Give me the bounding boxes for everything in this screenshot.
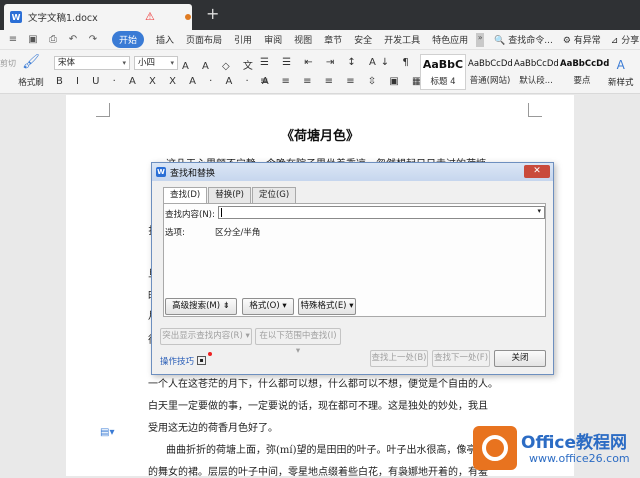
feedback-button[interactable]: ⚙ 有异常: [563, 33, 601, 46]
find-previous-button[interactable]: 查找上一处(B): [370, 350, 428, 367]
tab-replace[interactable]: 替换(P): [208, 187, 251, 203]
menu-home[interactable]: 开始: [112, 31, 145, 48]
style-heading4[interactable]: AaBbC 标题 4: [420, 54, 466, 90]
style-normal-web[interactable]: AaBbCcDd 普通(网站): [468, 54, 513, 90]
format-painter-button[interactable]: 🖌 格式刷: [18, 54, 44, 88]
new-tab-button[interactable]: +: [206, 4, 219, 23]
document-tab-label: 文字文稿1.docx: [28, 13, 98, 24]
dialog-tabs: 查找(D) 替换(P) 定位(G): [163, 187, 297, 204]
find-label: 查找内容(N):: [165, 210, 215, 220]
style-key-points[interactable]: AaBbCcDd 要点: [560, 54, 610, 90]
menu-review[interactable]: 审阅: [264, 33, 282, 46]
text-caret: [221, 208, 222, 217]
special-format-button[interactable]: 特殊格式(E) ▾: [298, 298, 356, 315]
style-default-paragraph[interactable]: AaBbCcDd 默认段...: [514, 54, 559, 90]
font-size-select[interactable]: 小四 ▾: [134, 56, 178, 70]
find-next-button[interactable]: 查找下一处(F): [432, 350, 490, 367]
dialog-title-bar[interactable]: W 查找和替换 ✕: [152, 163, 553, 181]
close-button[interactable]: 关闭: [494, 350, 546, 367]
ribbon: 剪切 🖌 格式刷 宋体 ▾ 小四 ▾ A A ◇ 文 B I U · A X X A…: [0, 50, 640, 94]
style-label: 要点: [573, 76, 591, 86]
document-tab[interactable]: W 文字文稿1.docx ⚠: [4, 4, 192, 30]
warning-icon[interactable]: ⚠: [145, 10, 155, 23]
menu-developer[interactable]: 开发工具: [384, 33, 420, 46]
watermark-url: www.office26.com: [529, 452, 630, 465]
dialog-close-icon[interactable]: ✕: [524, 165, 550, 178]
command-search[interactable]: 🔍 查找命令...: [494, 33, 553, 46]
watermark-brand: Office教程网: [521, 433, 628, 453]
tips-link[interactable]: 操作技巧: [160, 355, 194, 367]
style-sample: AaBbC: [422, 58, 464, 71]
menu-section[interactable]: 章节: [324, 33, 342, 46]
chevron-down-icon[interactable]: ▾: [537, 207, 541, 215]
menu-special-apps[interactable]: 特色应用: [432, 33, 468, 46]
notification-dot-icon: [208, 352, 212, 356]
page-corner-mark: [528, 103, 542, 117]
style-sample: AaBbCcDd: [514, 59, 559, 69]
menu-page-layout[interactable]: 页面布局: [186, 33, 222, 46]
menu-icon[interactable]: ≡: [6, 34, 20, 46]
document-line: 受用这无边的荷香月色好了。: [148, 423, 278, 434]
menu-references[interactable]: 引用: [234, 33, 252, 46]
wps-writer-icon: W: [10, 11, 22, 23]
font-style-tools[interactable]: B I U · A X X A · A · A: [56, 76, 274, 87]
style-label: 普通(网站): [469, 76, 511, 86]
new-style-icon: A: [616, 58, 625, 72]
unsaved-dot-icon: [185, 14, 191, 20]
command-search-label: 查找命令...: [508, 36, 553, 46]
find-input[interactable]: ▾: [218, 206, 545, 219]
page-corner-mark: [96, 103, 110, 117]
new-style-label: 新样式: [608, 78, 634, 88]
office-logo-icon: [473, 426, 517, 470]
feedback-label: 有异常: [573, 36, 601, 46]
title-bar: W 文字文稿1.docx ⚠ +: [0, 0, 640, 30]
font-size-value: 小四: [138, 58, 156, 68]
cut-button[interactable]: 剪切: [0, 58, 16, 69]
menu-more-button[interactable]: »: [476, 32, 485, 47]
chevron-down-icon: ▾: [122, 59, 126, 67]
document-line: 一个人在这苍茫的月下，什么都可以想，什么都可以不想，便觉是个自由的人。: [148, 379, 498, 390]
find-in-range-button[interactable]: 在以下范围中查找(I) ▾: [255, 328, 341, 356]
new-style-button[interactable]: A 新样式: [608, 58, 634, 88]
font-family-select[interactable]: 宋体 ▾: [54, 56, 130, 70]
paragraph-layout-icon[interactable]: ▤▾: [100, 427, 114, 438]
dialog-title: 查找和替换: [170, 168, 216, 179]
highlight-find-button[interactable]: 突出显示查找内容(R) ▾: [160, 328, 252, 345]
font-size-tools[interactable]: A A ◇ 文: [182, 57, 258, 72]
share-button[interactable]: ⊿ 分享: [611, 33, 639, 46]
options-value: 区分全/半角: [215, 228, 261, 238]
undo-icon[interactable]: ↶: [66, 34, 80, 46]
options-label: 选项:: [165, 228, 185, 238]
menu-bar: ≡ ▣ ⎙ ↶ ↷ 开始 插入 页面布局 引用 审阅 视图 章节 安全 开发工具…: [0, 30, 640, 50]
watermark-logo: Office教程网 www.office26.com: [473, 424, 637, 474]
menu-security[interactable]: 安全: [354, 33, 372, 46]
chevron-down-icon: ▾: [170, 59, 174, 67]
tips-expand-icon[interactable]: ▪: [197, 356, 206, 365]
style-sample: AaBbCcDd: [560, 59, 610, 69]
format-painter-icon: 🖌: [22, 54, 40, 70]
wps-writer-icon: W: [156, 167, 166, 177]
advanced-search-button[interactable]: 高级搜索(M) ⇟: [165, 298, 237, 315]
paragraph-align-tools[interactable]: ≡ ≡ ≡ ≡ ≡ ⇳ ▣ ▦: [260, 76, 426, 87]
tab-find[interactable]: 查找(D): [163, 187, 208, 204]
style-sample: AaBbCcDd: [468, 59, 513, 69]
style-label: 默认段...: [519, 76, 553, 86]
find-replace-dialog: W 查找和替换 ✕ 查找(D) 替换(P) 定位(G) 查找内容(N): ▾ 选…: [151, 162, 554, 375]
menu-insert[interactable]: 插入: [156, 33, 174, 46]
document-line: 白天里一定要做的事，一定要说的话，现在都可不理。这是独处的妙处，我且: [148, 401, 488, 412]
save-icon[interactable]: ▣: [26, 34, 40, 46]
share-label: 分享: [621, 36, 640, 46]
format-painter-label: 格式刷: [18, 78, 44, 88]
menu-view[interactable]: 视图: [294, 33, 312, 46]
format-button[interactable]: 格式(O) ▾: [242, 298, 294, 315]
tab-goto[interactable]: 定位(G): [251, 187, 297, 203]
find-panel: 查找内容(N): ▾ 选项: 区分全/半角 高级搜索(M) ⇟ 格式(O) ▾ …: [163, 203, 546, 317]
print-icon[interactable]: ⎙: [46, 34, 60, 46]
paragraph-list-tools[interactable]: ☰ ☰ ⇤ ⇥ ↕ A↓ ¶ ✕: [260, 57, 435, 68]
document-line: 曲曲折折的荷塘上面，弥(mí)望的是田田的叶子。叶子出水很高，像亭亭: [166, 445, 487, 456]
redo-icon[interactable]: ↷: [86, 34, 100, 46]
font-family-value: 宋体: [58, 58, 76, 68]
document-title: 《荷塘月色》: [280, 129, 359, 144]
style-label: 标题 4: [430, 77, 456, 87]
